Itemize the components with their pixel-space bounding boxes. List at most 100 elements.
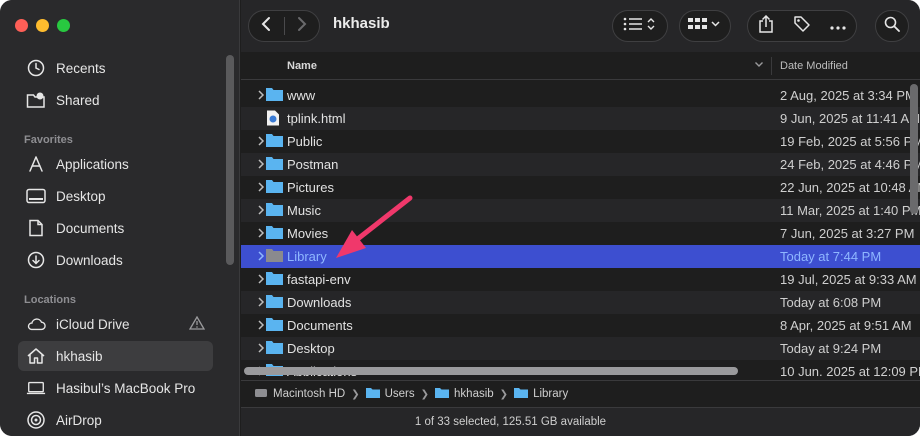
download-icon [26, 250, 46, 270]
path-item-hkhasib[interactable]: hkhasib [435, 387, 494, 401]
sidebar-item-label: iCloud Drive [56, 316, 130, 332]
disclosure-chevron-icon[interactable] [256, 181, 266, 193]
search-icon [884, 16, 900, 37]
disclosure-chevron-icon[interactable] [256, 296, 266, 308]
sidebar-item-macbook[interactable]: Hasibul’s MacBook Pro [18, 373, 213, 403]
status-bar: 1 of 33 selected, 125.51 GB available [241, 407, 920, 436]
file-name: Music [287, 203, 321, 218]
group-options-button[interactable] [679, 10, 731, 42]
share-button[interactable] [748, 11, 784, 41]
file-row[interactable]: Pictures 22 Jun, 2025 at 10:48 AM [241, 176, 920, 199]
file-name: fastapi-env [287, 272, 351, 287]
sidebar-item-label: Desktop [56, 188, 106, 204]
sidebar-item-label: AirDrop [56, 412, 102, 428]
applications-icon [26, 154, 46, 174]
column-header: Name Date Modified [241, 52, 920, 80]
disclosure-chevron-icon[interactable] [256, 319, 266, 331]
file-date-modified: Today at 6:08 PM [780, 295, 882, 310]
sidebar-item-label: Hasibul’s MacBook Pro [56, 380, 196, 396]
disclosure-chevron-icon[interactable] [256, 204, 266, 216]
disclosure-chevron-icon[interactable] [256, 135, 266, 147]
file-name: tplink.html [287, 111, 346, 126]
disk-icon [254, 387, 268, 402]
file-row[interactable]: Public 19 Feb, 2025 at 5:56 PM [241, 130, 920, 153]
horizontal-scrollbar[interactable] [244, 367, 738, 375]
folder-icon [266, 294, 283, 310]
warning-icon [188, 315, 206, 333]
document-icon [26, 218, 46, 238]
path-item-library[interactable]: Library [514, 387, 568, 401]
vertical-scrollbar[interactable] [910, 84, 918, 214]
sidebar-item-recents[interactable]: Recents [18, 53, 213, 83]
sidebar-item-label: Documents [56, 220, 125, 236]
disclosure-chevron-icon[interactable] [256, 227, 266, 239]
file-row[interactable]: Postman 24 Feb, 2025 at 4:46 PM [241, 153, 920, 176]
path-bar: Macintosh HD ❯ Users ❯ hkhasib ❯ Library [241, 380, 920, 407]
tag-button[interactable] [784, 11, 820, 41]
sidebar-item-airdrop[interactable]: AirDrop [18, 405, 213, 435]
file-row[interactable]: Music 11 Mar, 2025 at 1:40 PM [241, 199, 920, 222]
folder-icon [365, 387, 380, 401]
home-folder-icon [435, 387, 450, 401]
folder-icon [266, 340, 283, 356]
sidebar-item-icloud-drive[interactable]: iCloud Drive [18, 309, 213, 339]
ellipsis-icon [830, 17, 846, 35]
disclosure-chevron-icon[interactable] [256, 273, 266, 285]
forward-button[interactable] [284, 11, 319, 41]
file-name: www [287, 88, 316, 103]
sidebar-item-downloads[interactable]: Downloads [18, 245, 213, 275]
file-date-modified: 11 Mar, 2025 at 1:40 PM [780, 203, 920, 218]
disclosure-chevron-icon[interactable] [256, 158, 266, 170]
sidebar-item-label: Recents [56, 60, 106, 76]
airdrop-icon [26, 410, 46, 430]
file-date-modified: 19 Jul, 2025 at 9:33 AM [780, 272, 917, 287]
view-options-button[interactable] [612, 10, 668, 42]
minimize-button[interactable] [36, 19, 49, 32]
name-column-header[interactable]: Name [287, 60, 317, 72]
path-item-users[interactable]: Users [365, 387, 415, 401]
file-row[interactable]: fastapi-env 19 Jul, 2025 at 9:33 AM [241, 268, 920, 291]
file-row[interactable]: tplink.html 9 Jun, 2025 at 11:41 AM [241, 107, 920, 130]
more-button[interactable] [820, 11, 856, 41]
laptop-icon [26, 378, 46, 398]
close-button[interactable] [15, 19, 28, 32]
file-date-modified: 19 Feb, 2025 at 5:56 PM [780, 134, 920, 149]
folder-icon [266, 202, 283, 218]
disclosure-chevron-icon[interactable] [256, 89, 266, 101]
action-buttons [747, 10, 857, 42]
file-row[interactable]: Movies 7 Jun, 2025 at 3:27 PM [241, 222, 920, 245]
folder-icon [266, 317, 283, 333]
folder-icon [266, 133, 283, 149]
window-title: hkhasib [333, 15, 390, 32]
path-item-macintosh-hd[interactable]: Macintosh HD [254, 387, 345, 402]
sort-chevron-icon[interactable] [754, 59, 764, 72]
path-separator-icon: ❯ [351, 388, 360, 400]
search-button[interactable] [875, 10, 909, 42]
folder-icon [266, 87, 283, 103]
cloud-icon [26, 314, 46, 334]
sidebar-item-desktop[interactable]: Desktop [18, 181, 213, 211]
file-row[interactable]: Desktop Today at 9:24 PM [241, 337, 920, 360]
file-date-modified: 2 Aug, 2025 at 3:34 PM [780, 88, 916, 103]
date-modified-column-header[interactable]: Date Modified [780, 60, 848, 72]
tag-icon [793, 15, 811, 38]
disclosure-chevron-icon[interactable] [256, 342, 266, 354]
sidebar-item-hkhasib[interactable]: hkhasib [18, 341, 213, 371]
file-list: www 2 Aug, 2025 at 3:34 PM tplink.html 9 Ju… [241, 84, 920, 376]
file-name: Library [287, 249, 327, 264]
sidebar-scrollbar[interactable] [226, 55, 234, 265]
back-button[interactable] [249, 11, 284, 41]
sidebar-item-shared[interactable]: Shared [18, 85, 213, 115]
file-name: Public [287, 134, 323, 149]
sidebar-item-documents[interactable]: Documents [18, 213, 213, 243]
file-row[interactable]: Downloads Today at 6:08 PM [241, 291, 920, 314]
folder-icon [266, 271, 283, 287]
list-view-icon [623, 16, 657, 37]
path-separator-icon: ❯ [499, 388, 509, 400]
file-row[interactable]: www 2 Aug, 2025 at 3:34 PM [241, 84, 920, 107]
zoom-button[interactable] [57, 19, 70, 32]
file-row[interactable]: Library Today at 7:44 PM [241, 245, 920, 268]
sidebar-item-applications[interactable]: Applications [18, 149, 213, 179]
file-row[interactable]: Documents 8 Apr, 2025 at 9:51 AM [241, 314, 920, 337]
disclosure-chevron-icon[interactable] [256, 250, 266, 262]
